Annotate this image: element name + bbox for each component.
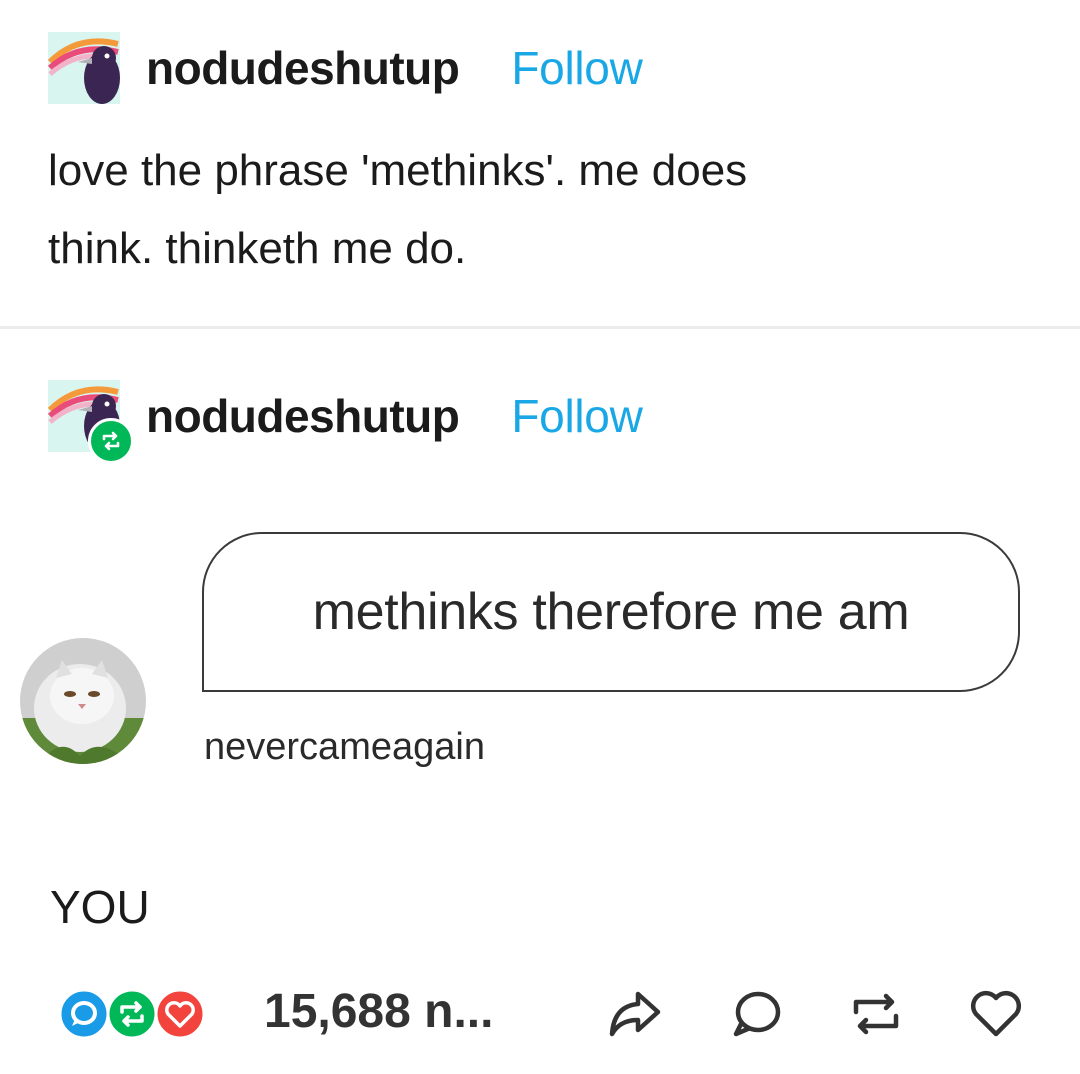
reblog-icon (853, 993, 899, 1035)
quote-author: nevercameagain (204, 726, 485, 768)
like-button[interactable] (968, 986, 1024, 1042)
post-footer: 15,688 n... (58, 982, 1038, 1042)
cat-photo-icon (20, 638, 146, 764)
post-body: love the phrase 'methinks'. me does thin… (48, 132, 1038, 288)
reblog-header: nodudeshutup Follow (48, 378, 643, 464)
cat-avatar (20, 638, 146, 764)
follow-button[interactable]: Follow (511, 389, 642, 443)
share-icon (609, 991, 661, 1037)
blog-avatar[interactable] (48, 380, 134, 464)
divider (0, 326, 1080, 329)
heart-icon (970, 990, 1022, 1037)
quote-bubble: methinks therefore me am (202, 532, 1020, 692)
share-button[interactable] (606, 986, 662, 1042)
comment-button[interactable] (728, 986, 784, 1042)
crow-rainbow-icon (48, 32, 120, 104)
reply-text: YOU (50, 881, 150, 933)
like-note-icon (154, 988, 206, 1040)
notes-summary[interactable] (58, 986, 228, 1042)
comment-icon (733, 991, 781, 1037)
reblog-note-icon (106, 988, 158, 1040)
post-header: nodudeshutup Follow (48, 30, 643, 106)
follow-button[interactable]: Follow (511, 41, 642, 95)
blog-avatar[interactable] (48, 32, 120, 104)
quote-text: methinks therefore me am (312, 583, 910, 641)
blog-username[interactable]: nodudeshutup (146, 389, 460, 443)
blog-username[interactable]: nodudeshutup (146, 41, 460, 95)
post-text-line: think. thinketh me do. (48, 224, 467, 273)
notes-count[interactable]: 15,688 n... (264, 984, 493, 1039)
comment-note-icon (58, 988, 110, 1040)
reblog-button[interactable] (848, 986, 904, 1042)
post-text-line: love the phrase 'methinks'. me does (48, 146, 748, 195)
reblog-badge-icon (88, 418, 134, 464)
